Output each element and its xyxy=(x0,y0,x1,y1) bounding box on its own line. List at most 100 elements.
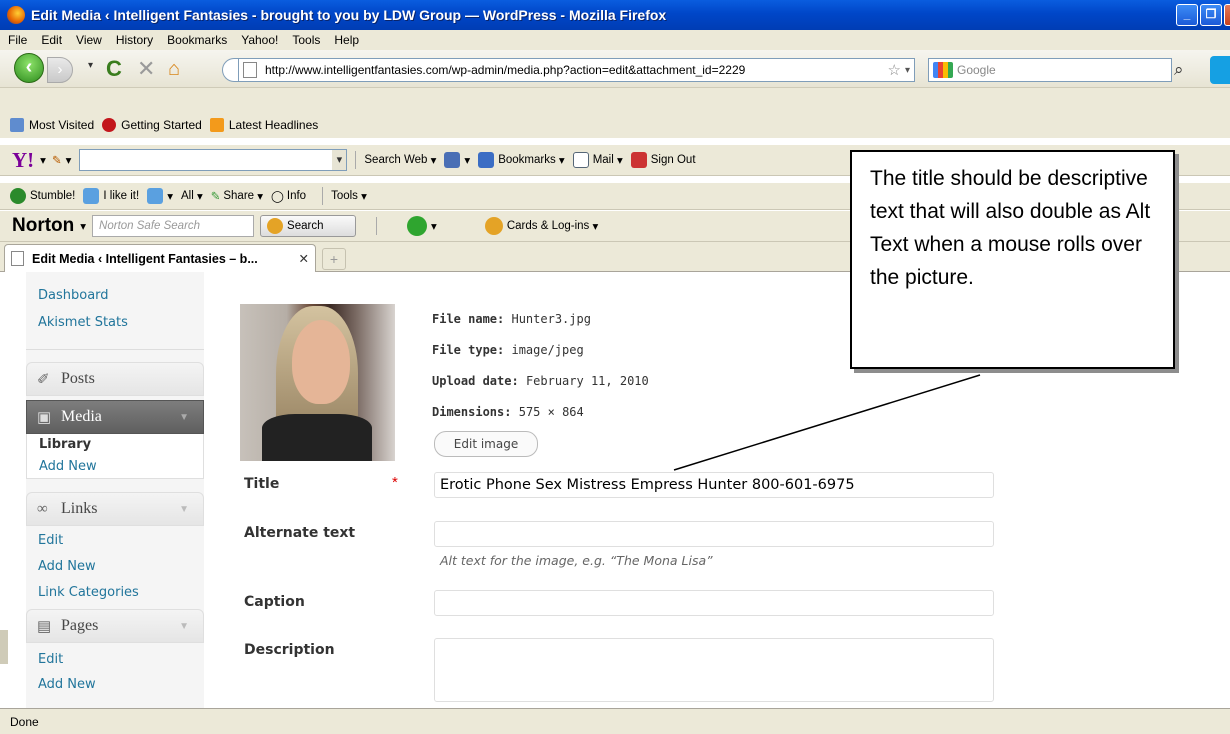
tools-dropdown[interactable]: Tools ▾ xyxy=(331,189,367,203)
bookmarks-button[interactable]: Bookmarks ▾ xyxy=(478,152,565,168)
dropdown-icon[interactable]: ▾ xyxy=(80,219,86,233)
norton-logo[interactable]: Norton xyxy=(12,215,74,237)
menu-edit[interactable]: Edit xyxy=(41,33,62,47)
google-icon[interactable] xyxy=(933,62,953,78)
norton-search-button[interactable]: Search xyxy=(260,215,357,237)
bookmark-label: Latest Headlines xyxy=(228,118,319,132)
submenu-item-library[interactable]: Library xyxy=(27,434,203,456)
shield-icon[interactable]: ▾ xyxy=(444,152,470,168)
sidebar-item-links-edit[interactable]: Edit xyxy=(38,533,63,548)
description-textarea[interactable] xyxy=(434,638,994,702)
search-icon[interactable]: ⌕ xyxy=(1174,58,1196,82)
submenu-item-add-new[interactable]: Add New xyxy=(27,456,203,478)
menu-tools[interactable]: Tools xyxy=(292,33,320,47)
bookmarks-icon xyxy=(478,152,495,168)
forward-button[interactable]: › xyxy=(47,57,73,83)
bookmarks-toolbar: Most Visited Getting Started Latest Head… xyxy=(0,112,1230,138)
sidebar-item-pages[interactable]: ▤ Pages ▼ xyxy=(26,609,204,643)
tab-edit-media[interactable]: Edit Media ‹ Intelligent Fantasies – b..… xyxy=(4,244,316,272)
reload-icon[interactable]: C xyxy=(106,57,130,81)
stumble-button[interactable]: Stumble! xyxy=(10,188,75,204)
sign-out-button[interactable]: Sign Out xyxy=(630,152,696,168)
mail-button[interactable]: Mail ▾ xyxy=(572,152,623,168)
upload-date-label: Upload date: xyxy=(432,374,519,388)
dropdown-icon[interactable]: ▾ xyxy=(40,153,46,167)
address-bar[interactable]: http://www.intelligentfantasies.com/wp-a… xyxy=(238,58,915,82)
sidebar-item-links-add-new[interactable]: Add New xyxy=(38,559,96,574)
skype-icon[interactable] xyxy=(1210,56,1230,84)
separator xyxy=(322,187,324,205)
dropdown-icon[interactable]: ▾ xyxy=(66,153,72,167)
title-input[interactable]: Erotic Phone Sex Mistress Empress Hunter… xyxy=(434,472,994,498)
sidebar-item-media[interactable]: ▣ Media ▼ xyxy=(26,400,204,434)
bookmark-most-visited[interactable]: Most Visited xyxy=(10,118,94,132)
sidebar-item-posts[interactable]: ✐ Posts xyxy=(26,362,204,396)
alt-text-label: Alternate text xyxy=(244,525,356,541)
folder-icon xyxy=(10,118,24,132)
url-dropdown-icon[interactable]: ▾ xyxy=(905,65,910,76)
menu-bookmarks[interactable]: Bookmarks xyxy=(167,33,227,47)
sidebar-item-pages-add-new[interactable]: Add New xyxy=(38,677,96,692)
tab-close-icon[interactable]: ✕ xyxy=(299,251,309,266)
menu-file[interactable]: File xyxy=(8,33,27,47)
sidebar-item-links[interactable]: ∞ Links ▼ xyxy=(26,492,204,526)
search-engine-box[interactable]: Google xyxy=(928,58,1172,82)
search-placeholder: Google xyxy=(957,63,996,77)
bookmark-latest-headlines[interactable]: Latest Headlines xyxy=(209,118,319,132)
admin-sidebar: Dashboard Akismet Stats ✐ Posts ▣ Media … xyxy=(26,272,204,708)
norton-search-input[interactable]: Norton Safe Search xyxy=(92,215,255,237)
file-type-label: File type: xyxy=(432,343,505,357)
menu-history[interactable]: History xyxy=(116,33,153,47)
history-dropdown-icon[interactable]: ▾ xyxy=(88,60,100,78)
like-button[interactable]: I like it! xyxy=(83,188,139,204)
page-edge xyxy=(0,630,8,664)
caption-input[interactable] xyxy=(434,590,994,616)
alt-text-input[interactable] xyxy=(434,521,994,547)
sidebar-item-akismet-stats[interactable]: Akismet Stats xyxy=(38,315,128,330)
edit-image-button[interactable]: Edit image xyxy=(434,431,538,457)
restore-button[interactable]: ❐ xyxy=(1200,4,1222,26)
search-web-button[interactable]: Search Web ▾ xyxy=(364,153,436,167)
info-button[interactable]: ◯ Info xyxy=(271,189,306,203)
dislike-button[interactable]: ▾ xyxy=(147,188,173,204)
stumble-label: Stumble! xyxy=(30,190,76,202)
page-icon xyxy=(243,62,257,78)
file-name-label: File name: xyxy=(432,312,505,326)
sidebar-item-link-categories[interactable]: Link Categories xyxy=(38,585,139,600)
yahoo-search-input[interactable] xyxy=(79,149,348,171)
bookmark-star-icon[interactable]: ☆ xyxy=(888,61,901,79)
collapse-arrow-icon[interactable]: ▼ xyxy=(179,504,189,515)
collapse-arrow-icon[interactable]: ▼ xyxy=(179,621,189,632)
stop-icon[interactable]: ✕ xyxy=(137,57,161,81)
status-bar: Done xyxy=(0,708,1230,734)
norton-status-button[interactable]: ▾ xyxy=(407,216,437,236)
bookmark-getting-started[interactable]: Getting Started xyxy=(102,118,202,132)
menu-help[interactable]: Help xyxy=(334,33,359,47)
menu-yahoo[interactable]: Yahoo! xyxy=(241,33,278,47)
speech-bubble-icon: ◯ xyxy=(271,191,284,203)
dimensions-row: Dimensions: 575 × 864 xyxy=(432,405,584,419)
page-icon xyxy=(11,251,24,266)
status-text: Done xyxy=(10,714,39,729)
window-title: Edit Media ‹ Intelligent Fantasies - bro… xyxy=(31,7,667,23)
share-button[interactable]: ✎ Share ▾ xyxy=(211,189,263,203)
sign-out-icon xyxy=(630,152,647,168)
menu-view[interactable]: View xyxy=(76,33,102,47)
rss-icon xyxy=(209,118,224,132)
minimize-button[interactable]: _ xyxy=(1176,4,1198,26)
url-text[interactable]: http://www.intelligentfantasies.com/wp-a… xyxy=(265,63,745,77)
cards-logins-button[interactable]: Cards & Log-ins ▾ xyxy=(484,217,598,235)
home-icon[interactable]: ⌂ xyxy=(168,57,192,81)
new-tab-button[interactable]: + xyxy=(322,248,346,270)
yahoo-logo[interactable]: Y! xyxy=(12,148,34,173)
collapse-arrow-icon[interactable]: ▼ xyxy=(179,412,189,423)
close-button[interactable] xyxy=(1224,4,1230,26)
back-button[interactable]: ‹ xyxy=(14,53,44,83)
menubar: File Edit View History Bookmarks Yahoo! … xyxy=(0,30,1230,50)
all-dropdown[interactable]: All ▾ xyxy=(181,189,203,203)
sidebar-item-dashboard[interactable]: Dashboard xyxy=(38,288,109,303)
pencil-icon[interactable]: ✎ xyxy=(52,153,62,167)
pushpin-icon: ✐ xyxy=(37,371,50,388)
caption-label: Caption xyxy=(244,594,305,610)
sidebar-item-pages-edit[interactable]: Edit xyxy=(38,652,63,667)
